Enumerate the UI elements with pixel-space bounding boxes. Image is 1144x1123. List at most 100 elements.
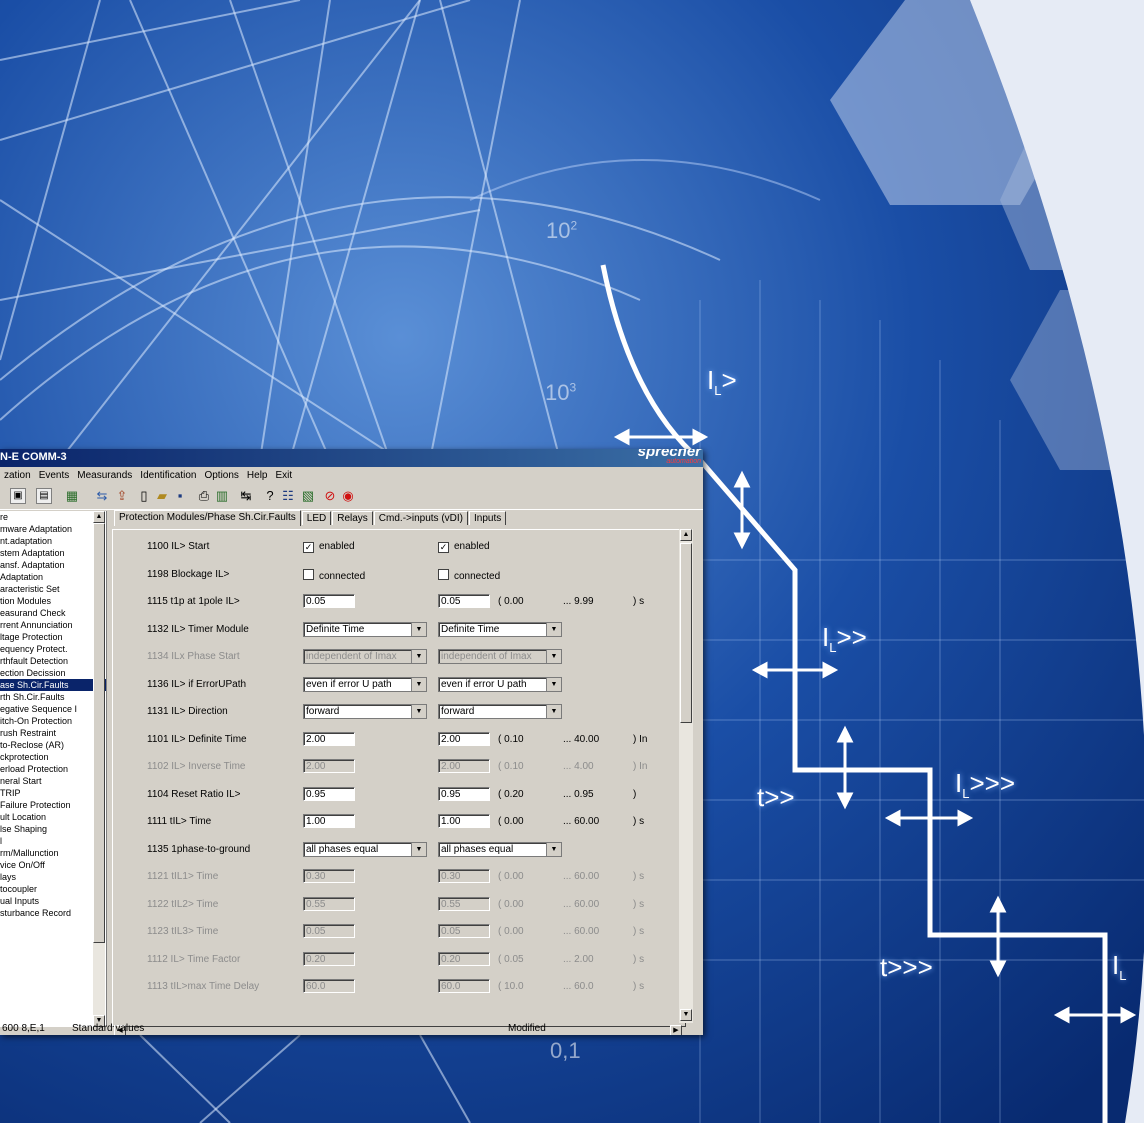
tree-item[interactable]: rush Restraint [0,727,106,739]
upload-icon[interactable]: ⇪ [114,488,130,504]
tree-item[interactable]: lays [0,871,106,883]
param-checkbox[interactable]: ✓ enabled [438,541,490,553]
chevron-down-icon[interactable]: ▼ [546,678,561,691]
tree-item[interactable]: TRIP [0,787,106,799]
menu-item-zation[interactable]: zation [0,468,35,481]
menu-item-options[interactable]: Options [200,468,242,481]
scroll-thumb[interactable] [93,523,105,943]
tree-item[interactable]: lse Shaping [0,823,106,835]
tab-led[interactable]: LED [301,511,332,525]
chevron-down-icon[interactable]: ▼ [411,843,426,856]
param-select[interactable]: Definite Time ▼ [303,622,427,637]
parameter-scrollbar[interactable]: ▲ ▼ [679,529,693,1023]
chart-icon[interactable]: ▦ [64,488,80,504]
param-input[interactable]: 0.05 [438,594,490,608]
tree-item[interactable]: rrent Annunciation [0,619,106,631]
device-icon[interactable]: ▧ [300,488,316,504]
compare-icon[interactable]: ↹ [238,488,254,504]
menu-item-exit[interactable]: Exit [272,468,297,481]
param-checkbox[interactable]: connected [438,569,500,582]
checkbox-box[interactable] [438,569,449,580]
tree-item[interactable]: neral Start [0,775,106,787]
param-select[interactable]: even if error U path ▼ [438,677,562,692]
chevron-down-icon[interactable]: ▼ [411,705,426,718]
title-bar[interactable]: N-E COMM-3 sprecher automation [0,449,703,467]
tree-item[interactable]: Adaptation [0,571,106,583]
tree-item[interactable]: ltage Protection [0,631,106,643]
param-select[interactable]: forward ▼ [438,704,562,719]
param-checkbox[interactable]: connected [303,569,365,582]
param-input[interactable]: 2.00 [438,732,490,746]
tree-item[interactable]: easurand Check [0,607,106,619]
menu-item-help[interactable]: Help [243,468,272,481]
tab-cmd-inputs[interactable]: Cmd.->inputs (vDI) [373,511,468,525]
tree-item[interactable]: vice On/Off [0,859,106,871]
chevron-down-icon[interactable]: ▼ [411,623,426,636]
tree-item[interactable]: to-Reclose (AR) [0,739,106,751]
tree-item[interactable]: mware Adaptation [0,523,106,535]
checkbox-box[interactable] [303,569,314,580]
view-icon[interactable]: ▣ [10,488,26,504]
chevron-down-icon[interactable]: ▼ [546,705,561,718]
tree-item[interactable]: l [0,835,106,847]
tree-item[interactable]: ult Location [0,811,106,823]
chevron-down-icon[interactable]: ▼ [411,650,426,663]
param-input[interactable]: 2.00 [303,732,355,746]
checkbox-box[interactable]: ✓ [438,542,449,553]
record-icon[interactable]: ◉ [340,488,356,504]
menu-item-measurands[interactable]: Measurands [73,468,136,481]
chevron-down-icon[interactable]: ▼ [411,678,426,691]
chevron-down-icon[interactable]: ▼ [546,650,561,663]
tree-item[interactable]: ansf. Adaptation [0,559,106,571]
menu-item-events[interactable]: Events [35,468,74,481]
param-select[interactable]: Definite Time ▼ [438,622,562,637]
tree-item[interactable]: sturbance Record [0,907,106,919]
tree-item[interactable]: equency Protect. [0,643,106,655]
tree-item[interactable]: re [0,511,106,523]
save-icon[interactable]: ▪ [172,488,188,504]
param-select[interactable]: all phases equal ▼ [438,842,562,857]
tree-item[interactable]: stem Adaptation [0,547,106,559]
param-input[interactable]: 0.95 [303,787,355,801]
scroll-up-button[interactable]: ▲ [680,529,692,541]
tree-item[interactable]: ckprotection [0,751,106,763]
tree-item[interactable]: rth Sh.Cir.Faults [0,691,106,703]
param-select[interactable]: all phases equal ▼ [303,842,427,857]
tab-inputs[interactable]: Inputs [468,511,507,525]
param-input[interactable]: 1.00 [303,814,355,828]
param-checkbox[interactable]: ✓ enabled [303,541,355,553]
param-select[interactable]: forward ▼ [303,704,427,719]
tree-item[interactable]: aracteristic Set [0,583,106,595]
tree-item[interactable]: tocoupler [0,883,106,895]
tree-item[interactable]: rthfault Detection [0,655,106,667]
chevron-down-icon[interactable]: ▼ [546,843,561,856]
scroll-up-button[interactable]: ▲ [93,511,105,523]
tree-item[interactable]: Failure Protection [0,799,106,811]
transfer-icon[interactable]: ⇆ [94,488,110,504]
menu-item-identification[interactable]: Identification [136,468,200,481]
tree-item[interactable]: ection Decission [0,667,106,679]
tab-relays[interactable]: Relays [332,511,373,525]
settings-icon[interactable]: ☷ [280,488,296,504]
tree-item[interactable]: rm/Mallunction [0,847,106,859]
param-input[interactable]: 1.00 [438,814,490,828]
tree-item[interactable]: egative Sequence I [0,703,106,715]
report-icon[interactable]: ▥ [214,488,230,504]
new-file-icon[interactable]: ▯ [136,488,152,504]
tree-item[interactable]: erload Protection [0,763,106,775]
param-input[interactable]: 0.05 [303,594,355,608]
scroll-thumb[interactable] [680,543,692,723]
checkbox-box[interactable]: ✓ [303,542,314,553]
print-icon[interactable]: ⎙ [196,488,212,504]
param-input[interactable]: 0.95 [438,787,490,801]
window-icon[interactable]: ▤ [36,488,52,504]
tree-scrollbar[interactable]: ▲ ▼ [93,511,105,1027]
tree-item[interactable]: ase Sh.Cir.Faults [0,679,106,691]
open-icon[interactable]: ▰ [154,488,170,504]
tab-protection-modules[interactable]: Protection Modules/Phase Sh.Cir.Faults [114,510,301,526]
chevron-down-icon[interactable]: ▼ [546,623,561,636]
stop-icon[interactable]: ⊘ [322,488,338,504]
tree-item[interactable]: ual Inputs [0,895,106,907]
tree-item[interactable]: itch-On Protection [0,715,106,727]
tree-item[interactable]: nt.adaptation [0,535,106,547]
